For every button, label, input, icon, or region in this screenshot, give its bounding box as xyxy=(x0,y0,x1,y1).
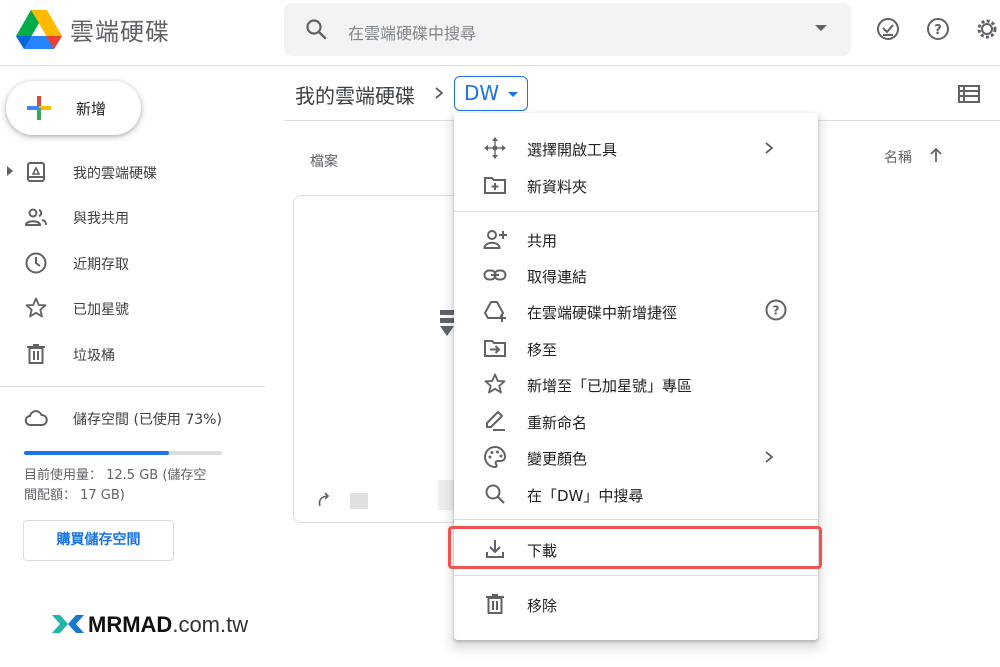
arrow-up-icon[interactable] xyxy=(928,146,944,164)
menu-item-label: 選擇開啟工具 xyxy=(527,141,618,159)
storage-label: 儲存空間 (已使用 73%) xyxy=(73,412,222,428)
menu-item-get-link[interactable]: 取得連結 xyxy=(454,257,818,293)
menu-item-label: 在雲端硬碟中新增捷徑 xyxy=(527,304,678,322)
menu-item-label: 新增至「已加星號」專區 xyxy=(527,377,693,395)
link-icon xyxy=(483,269,507,281)
menu-item-remove[interactable]: 移除 xyxy=(454,586,818,622)
file-thumbnail-icon xyxy=(440,310,454,336)
sidebar-item-label: 近期存取 xyxy=(73,257,129,273)
menu-item-label: 重新命名 xyxy=(527,414,588,432)
new-folder-icon xyxy=(484,177,506,194)
clock-icon xyxy=(25,252,47,274)
sidebar-item-label: 垃圾桶 xyxy=(73,348,115,364)
rename-icon xyxy=(486,411,505,431)
menu-item-add-shortcut[interactable]: 在雲端硬碟中新增捷徑 ? xyxy=(454,293,818,329)
menu-item-label: 共用 xyxy=(527,232,558,250)
download-highlight-box xyxy=(448,526,822,569)
sidebar-item-storage[interactable]: 儲存空間 (已使用 73%) xyxy=(0,398,265,438)
brand-name: MRMAD xyxy=(88,612,173,637)
mrmad-logo-icon xyxy=(52,615,84,633)
sidebar-item-shared[interactable]: 與我共用 xyxy=(0,197,265,237)
my-drive-icon xyxy=(27,162,45,182)
breadcrumb-my-drive[interactable]: 我的雲端硬碟 xyxy=(295,80,415,109)
brand-text: MRMAD.com.tw xyxy=(88,612,248,638)
brand-domain: .com.tw xyxy=(172,612,249,637)
new-button[interactable]: 新增 xyxy=(6,81,141,135)
top-bar: 雲端硬碟 在雲端硬碟中搜尋 ? xyxy=(0,0,1000,66)
search-icon xyxy=(485,484,505,504)
menu-item-label: 新資料夾 xyxy=(527,178,588,196)
sidebar-item-recent[interactable]: 近期存取 xyxy=(0,243,265,283)
breadcrumb-current-label: DW xyxy=(464,81,500,105)
search-input[interactable]: 在雲端硬碟中搜尋 xyxy=(348,20,476,44)
app-title: 雲端硬碟 xyxy=(70,18,170,46)
sort-by-name-button[interactable]: 名稱 xyxy=(884,147,912,167)
sidebar-item-my-drive[interactable]: 我的雲端硬碟 xyxy=(0,152,265,192)
star-icon xyxy=(25,297,47,318)
star-icon xyxy=(484,373,506,394)
menu-item-label: 取得連結 xyxy=(527,268,588,286)
sidebar-item-label: 與我共用 xyxy=(73,211,129,227)
svg-text:?: ? xyxy=(934,23,942,38)
menu-item-move-to[interactable]: 移至 xyxy=(454,330,818,366)
drive-logo-icon[interactable] xyxy=(16,9,62,49)
trash-icon xyxy=(486,594,504,614)
search-icon[interactable] xyxy=(304,17,328,41)
menu-item-open-with[interactable]: 選擇開啟工具 xyxy=(454,130,818,166)
move-icon xyxy=(484,340,506,357)
sidebar-item-label: 我的雲端硬碟 xyxy=(73,166,157,182)
caret-down-icon xyxy=(508,92,518,97)
palette-icon xyxy=(484,445,507,469)
chevron-right-icon xyxy=(435,87,444,99)
open-with-icon xyxy=(484,137,506,159)
menu-item-label: 移除 xyxy=(527,597,558,615)
chevron-right-icon xyxy=(765,142,774,154)
shortcut-arrow-icon xyxy=(318,492,330,507)
menu-divider xyxy=(454,211,818,212)
menu-item-label: 變更顏色 xyxy=(527,450,588,468)
sidebar-divider xyxy=(0,386,265,387)
help-icon[interactable]: ? xyxy=(764,298,788,322)
storage-usage-bar xyxy=(24,451,222,455)
chevron-right-icon xyxy=(765,451,774,463)
plus-icon xyxy=(27,96,51,120)
files-heading: 檔案 xyxy=(310,154,338,170)
storage-detail: 目前使用量： 12.5 GB (儲存空 間配額： 17 GB) xyxy=(24,466,234,506)
new-button-label: 新增 xyxy=(76,100,107,118)
sidebar-item-trash[interactable]: 垃圾桶 xyxy=(0,334,265,374)
share-icon xyxy=(483,230,507,249)
menu-item-share[interactable]: 共用 xyxy=(454,221,818,257)
menu-item-label: 在「DW」中搜尋 xyxy=(527,487,644,505)
offline-check-icon[interactable] xyxy=(875,16,901,42)
menu-item-label: 移至 xyxy=(527,341,558,359)
menu-item-new-folder[interactable]: 新資料夾 xyxy=(454,167,818,203)
file-card[interactable] xyxy=(293,195,473,523)
search-bar[interactable]: 在雲端硬碟中搜尋 xyxy=(284,3,851,56)
cloud-icon xyxy=(24,410,48,426)
menu-item-change-color[interactable]: 變更顏色 xyxy=(454,439,818,475)
help-icon[interactable]: ? xyxy=(925,16,951,42)
menu-item-rename[interactable]: 重新命名 xyxy=(454,403,818,439)
file-type-placeholder xyxy=(350,493,368,509)
sidebar-item-label: 已加星號 xyxy=(73,302,129,318)
svg-text:?: ? xyxy=(773,304,780,318)
menu-divider xyxy=(454,575,818,576)
add-shortcut-icon xyxy=(484,301,506,322)
search-options-dropdown-icon[interactable] xyxy=(815,25,827,31)
menu-item-search-in-folder[interactable]: 在「DW」中搜尋 xyxy=(454,476,818,512)
settings-icon[interactable] xyxy=(974,16,1000,42)
list-view-icon[interactable] xyxy=(958,84,980,104)
menu-divider xyxy=(454,519,818,520)
storage-detail-line: 目前使用量： 12.5 GB (儲存空 xyxy=(24,468,207,483)
sidebar-item-starred[interactable]: 已加星號 xyxy=(0,288,265,328)
breadcrumb-current-folder[interactable]: DW xyxy=(454,76,528,111)
expand-arrow-icon[interactable] xyxy=(7,166,13,176)
trash-icon xyxy=(27,344,45,364)
menu-item-add-to-starred[interactable]: 新增至「已加星號」專區 xyxy=(454,366,818,402)
storage-usage-fill xyxy=(24,451,169,455)
shared-icon xyxy=(24,208,47,226)
buy-storage-button[interactable]: 購買儲存空間 xyxy=(23,520,174,561)
storage-detail-line: 間配額： 17 GB) xyxy=(24,488,125,503)
